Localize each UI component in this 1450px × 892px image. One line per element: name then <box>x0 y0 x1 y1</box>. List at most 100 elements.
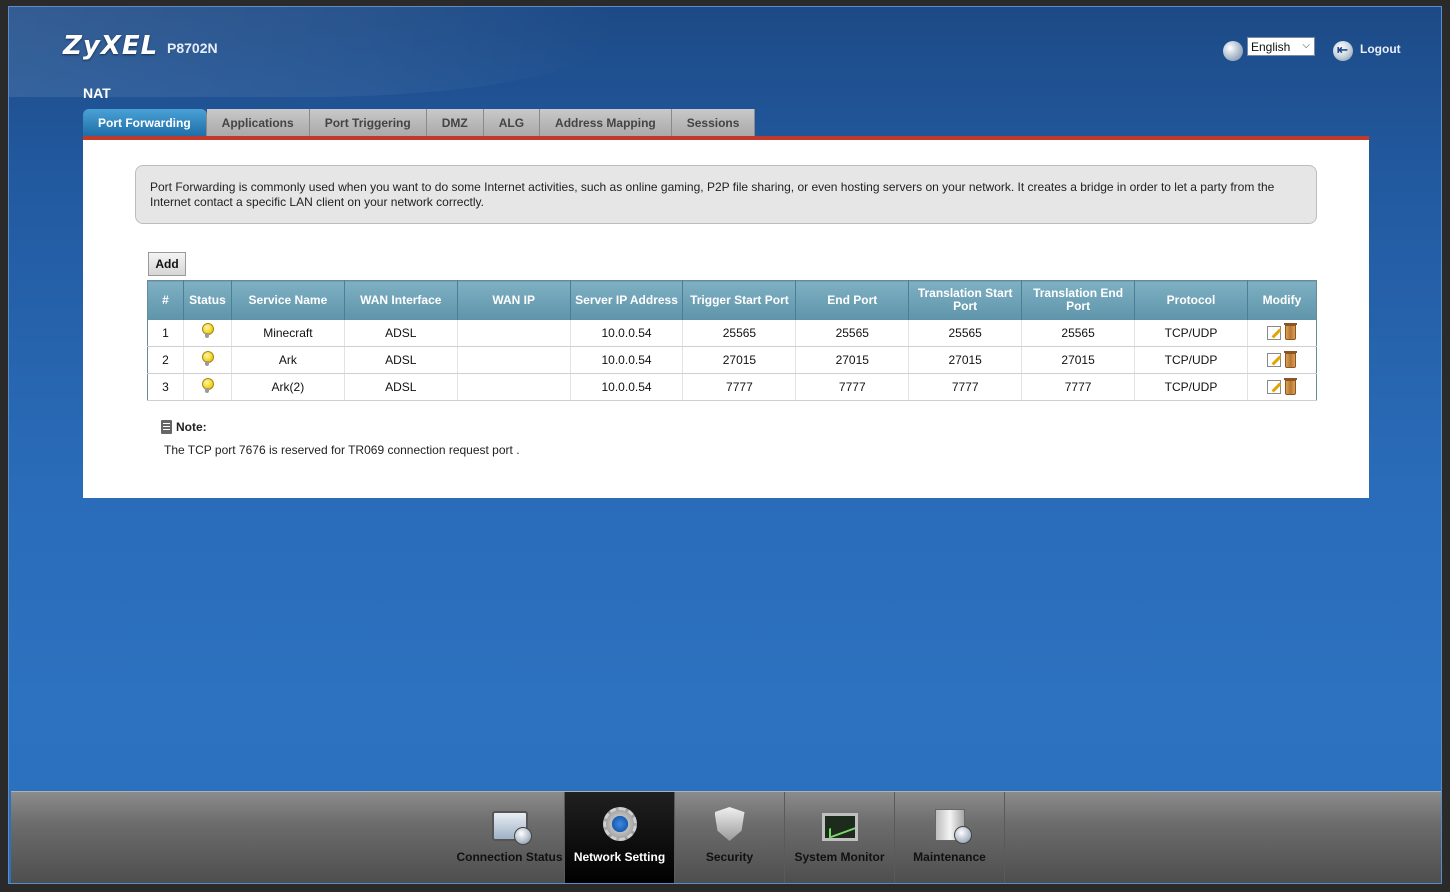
info-box: Port Forwarding is commonly used when yo… <box>135 165 1317 224</box>
col-wan-ip: WAN IP <box>457 280 571 320</box>
row-protocol: TCP/UDP <box>1134 373 1248 401</box>
row-end-port: 27015 <box>795 346 910 374</box>
maintenance-icon <box>934 809 972 844</box>
row-server-ip: 10.0.0.54 <box>570 373 684 401</box>
nav-security[interactable]: Security <box>675 792 785 883</box>
edit-icon[interactable] <box>1267 325 1282 340</box>
content-panel: Port Forwarding is commonly used when yo… <box>83 140 1369 498</box>
brand-logo: ZyXEL <box>63 31 159 61</box>
trash-icon[interactable] <box>1284 350 1298 368</box>
language-value: English <box>1251 39 1291 54</box>
row-protocol: TCP/UDP <box>1134 319 1248 347</box>
row-trigger-start-port: 25565 <box>682 319 797 347</box>
tab-alg[interactable]: ALG <box>483 109 541 136</box>
table-row: 1 Minecraft ADSL 10.0.0.54 25565 25565 2… <box>147 319 1317 347</box>
row-trigger-start-port: 7777 <box>682 373 797 401</box>
language-select[interactable]: English ⌵ <box>1247 37 1315 56</box>
edit-icon[interactable] <box>1267 353 1282 368</box>
col-translation-end-port: Translation End Port <box>1021 280 1136 320</box>
row-translation-end-port: 27015 <box>1021 346 1136 374</box>
globe-icon <box>1223 41 1243 61</box>
row-number: 1 <box>147 319 184 347</box>
col-service-name: Service Name <box>231 280 345 320</box>
bottom-nav-bar: Connection Status Network Setting Securi… <box>11 791 1441 883</box>
row-modify <box>1247 346 1317 374</box>
nav-label: Network Setting <box>573 850 666 864</box>
row-end-port: 7777 <box>795 373 910 401</box>
table-row: 3 Ark(2) ADSL 10.0.0.54 7777 7777 7777 7… <box>147 373 1317 401</box>
note-text: The TCP port 7676 is reserved for TR069 … <box>164 443 520 457</box>
tab-port-forwarding[interactable]: Port Forwarding <box>83 109 207 136</box>
model-name: P8702N <box>167 40 218 56</box>
row-server-ip: 10.0.0.54 <box>570 346 684 374</box>
nav-label: System Monitor <box>794 850 885 864</box>
port-forwarding-table: # Status Service Name WAN Interface WAN … <box>147 280 1317 401</box>
row-service-name: Minecraft <box>231 319 345 347</box>
row-translation-start-port: 7777 <box>908 373 1023 401</box>
tab-bar: Port Forwarding Applications Port Trigge… <box>83 109 756 136</box>
chevron-down-icon: ⌵ <box>1302 40 1310 51</box>
col-end-port: End Port <box>795 280 910 320</box>
row-status <box>183 319 232 347</box>
row-end-port: 25565 <box>795 319 910 347</box>
lightbulb-icon <box>202 323 215 339</box>
row-translation-start-port: 25565 <box>908 319 1023 347</box>
nav-label: Connection Status <box>456 850 563 864</box>
logout-icon[interactable] <box>1333 41 1353 61</box>
edit-icon[interactable] <box>1267 380 1282 395</box>
nav-label: Maintenance <box>913 850 986 864</box>
nav-connection-status[interactable]: Connection Status <box>455 792 565 883</box>
col-wan-interface: WAN Interface <box>344 280 458 320</box>
monitor-icon <box>821 813 858 841</box>
row-wan-ip <box>457 319 571 347</box>
col-number: # <box>147 280 184 320</box>
add-button[interactable]: Add <box>148 252 186 276</box>
row-service-name: Ark(2) <box>231 373 345 401</box>
tab-dmz[interactable]: DMZ <box>426 109 484 136</box>
bottom-nav: Connection Status Network Setting Securi… <box>455 792 1005 883</box>
router-window: ZyXEL P8702N English ⌵ Logout NAT Port F… <box>8 6 1442 884</box>
nav-label: Security <box>705 850 754 864</box>
nav-system-monitor[interactable]: System Monitor <box>785 792 895 883</box>
trash-icon[interactable] <box>1284 377 1298 395</box>
shield-icon <box>714 807 745 841</box>
row-wan-ip <box>457 346 571 374</box>
col-trigger-start-port: Trigger Start Port <box>682 280 797 320</box>
trash-icon[interactable] <box>1284 323 1298 341</box>
nav-network-setting[interactable]: Network Setting <box>565 792 675 883</box>
row-trigger-start-port: 27015 <box>682 346 797 374</box>
row-translation-end-port: 25565 <box>1021 319 1136 347</box>
note-icon <box>161 420 172 434</box>
row-number: 2 <box>147 346 184 374</box>
tab-applications[interactable]: Applications <box>206 109 310 136</box>
row-wan-ip <box>457 373 571 401</box>
tab-port-triggering[interactable]: Port Triggering <box>309 109 427 136</box>
tab-address-mapping[interactable]: Address Mapping <box>540 109 672 136</box>
connection-status-icon <box>491 811 532 845</box>
row-translation-end-port: 7777 <box>1021 373 1136 401</box>
col-protocol: Protocol <box>1134 280 1248 320</box>
table-row: 2 Ark ADSL 10.0.0.54 27015 27015 27015 2… <box>147 346 1317 374</box>
lightbulb-icon <box>202 350 215 367</box>
row-status <box>183 346 232 374</box>
row-status <box>183 373 232 401</box>
nav-maintenance[interactable]: Maintenance <box>895 792 1005 883</box>
row-server-ip: 10.0.0.54 <box>570 319 684 347</box>
row-wan-interface: ADSL <box>344 346 458 374</box>
table-header-row: # Status Service Name WAN Interface WAN … <box>147 280 1317 320</box>
tab-sessions[interactable]: Sessions <box>671 109 756 136</box>
col-server-ip: Server IP Address <box>570 280 684 320</box>
row-service-name: Ark <box>231 346 345 374</box>
row-wan-interface: ADSL <box>344 319 458 347</box>
row-modify <box>1247 319 1317 347</box>
col-translation-start-port: Translation Start Port <box>908 280 1023 320</box>
page-title: NAT <box>83 85 111 101</box>
col-modify: Modify <box>1247 280 1317 320</box>
note-title: Note: <box>176 420 207 434</box>
lightbulb-icon <box>202 377 215 394</box>
row-translation-start-port: 27015 <box>908 346 1023 374</box>
gear-icon <box>602 807 637 841</box>
row-modify <box>1247 373 1317 401</box>
logout-link[interactable]: Logout <box>1360 42 1401 56</box>
col-status: Status <box>183 280 232 320</box>
